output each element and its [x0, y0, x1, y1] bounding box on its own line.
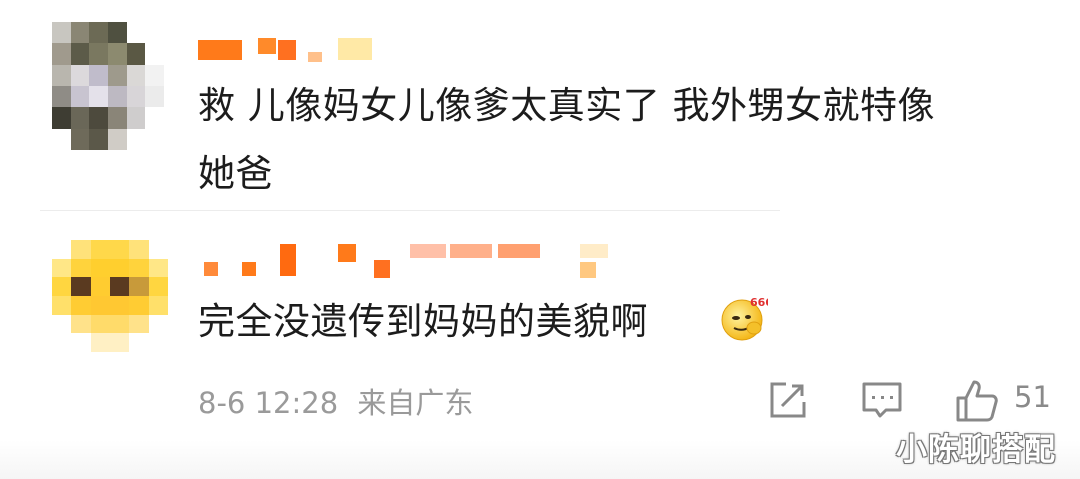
username-mosaic[interactable] — [198, 240, 618, 284]
username-mosaic[interactable] — [198, 34, 378, 68]
comment-meta: 8-6 12:28 来自广东 — [198, 380, 473, 422]
avatar[interactable] — [52, 240, 168, 352]
svg-text:666: 666 — [750, 296, 768, 309]
divider — [40, 210, 780, 211]
comment-icon[interactable] — [860, 378, 904, 422]
666-emoji-icon: 666 — [721, 296, 768, 341]
location: 来自广东 — [357, 386, 474, 420]
like-count: 51 — [1014, 380, 1051, 414]
watermark: 小陈聊搭配 — [896, 432, 1056, 468]
comment-text-line: 救 儿像妈女儿像爹太真实了 我外甥女就特像 — [198, 84, 936, 127]
comment-text-line: 完全没遗传到妈妈的美貌啊 — [198, 300, 648, 343]
comment-1: 救 儿像妈女儿像爹太真实了 我外甥女就特像 她爸 — [0, 0, 1080, 210]
comment-text-line: 她爸 — [198, 152, 273, 195]
avatar[interactable] — [52, 22, 164, 150]
timestamp: 8-6 12:28 — [198, 386, 339, 420]
thumbs-up-icon[interactable] — [952, 376, 1002, 426]
share-icon[interactable] — [766, 378, 810, 422]
